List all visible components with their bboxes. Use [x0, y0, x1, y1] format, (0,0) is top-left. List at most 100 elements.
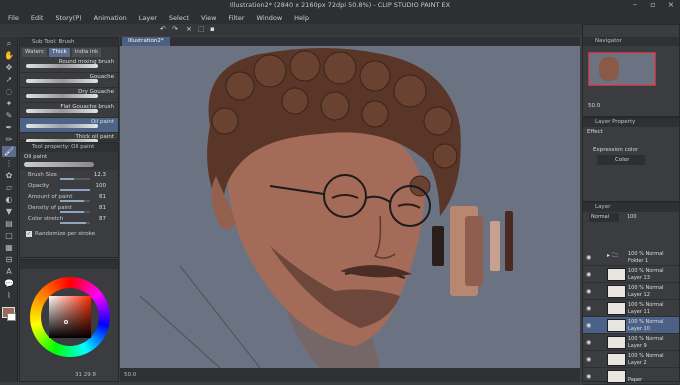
checkbox-icon[interactable]: ✓ — [26, 231, 32, 237]
expression-color-select[interactable]: Color — [597, 155, 645, 165]
tab-watercolor[interactable]: Waterc — [22, 48, 48, 57]
gradient-icon[interactable]: ▤ — [2, 218, 16, 229]
undo-icon[interactable]: ↶ — [160, 25, 166, 33]
property-row[interactable]: Color stretch 87 — [20, 214, 118, 225]
save-icon[interactable]: ▪ — [210, 25, 215, 33]
decoration-icon[interactable]: ✿ — [2, 170, 16, 181]
layer-row[interactable]: ◉ Paper — [583, 368, 679, 385]
move-icon[interactable]: ✥ — [2, 62, 16, 73]
transform-icon[interactable]: ⬚ — [198, 25, 205, 33]
brush-item[interactable]: Flat Gouache brush — [20, 103, 118, 118]
brush-item[interactable]: Dry Gouache — [20, 88, 118, 103]
canvas-tab[interactable]: Illustration2* — [122, 37, 170, 46]
pencil-icon[interactable]: ✏ — [2, 134, 16, 145]
menu-filter[interactable]: Filter — [228, 14, 244, 22]
pen-icon[interactable]: ✒ — [2, 122, 16, 133]
layer-row[interactable]: ◉ ▸ 🗀 100 % Normal Folder 1 — [583, 249, 679, 266]
fill-icon[interactable]: ▼ — [2, 206, 16, 217]
property-slider[interactable] — [60, 222, 90, 224]
menu-animation[interactable]: Animation — [94, 14, 127, 22]
eraser-icon[interactable]: ▱ — [2, 182, 16, 193]
airbrush-icon[interactable]: ⋮ — [2, 158, 16, 169]
layer-row[interactable]: ◉ 100 % Normal Layer 2 — [583, 351, 679, 368]
redo-icon[interactable]: ↷ — [172, 25, 178, 33]
brush-item[interactable]: Gouache — [20, 73, 118, 88]
property-value[interactable]: 81 — [99, 194, 106, 200]
figure-icon[interactable]: □ — [2, 230, 16, 241]
lasso-icon[interactable]: ◌ — [2, 86, 16, 97]
property-row[interactable]: Opacity 100 — [20, 181, 118, 192]
tab-india-ink[interactable]: India ink — [71, 48, 102, 57]
eye-icon[interactable]: ◉ — [586, 288, 591, 295]
select-icon[interactable]: ➚ — [2, 74, 16, 85]
property-value[interactable]: 12.3 — [94, 172, 106, 178]
property-row[interactable]: Amount of paint 81 — [20, 192, 118, 203]
minimize-button[interactable]: – — [626, 0, 644, 11]
eye-icon[interactable]: ◉ — [586, 339, 591, 346]
layer-row[interactable]: ◉ 100 % Normal Layer 11 — [583, 300, 679, 317]
layer-row[interactable]: ◉ 100 % Normal Layer 12 — [583, 283, 679, 300]
blend-icon[interactable]: ◐ — [2, 194, 16, 205]
property-value[interactable]: 87 — [99, 216, 106, 222]
layer-opacity[interactable]: 100 — [627, 214, 637, 220]
right-panels: Navigator 50.0 Layer Property Effect Exp… — [582, 24, 680, 385]
menu-story[interactable]: Story(P) — [55, 14, 81, 22]
navigator-preview[interactable] — [588, 52, 656, 86]
property-slider[interactable] — [60, 178, 90, 180]
layer-opacity-mode: 100 % Normal — [628, 319, 664, 325]
eye-icon[interactable]: ◉ — [586, 322, 591, 329]
randomize-checkbox-row[interactable]: ✓ Randomize per stroke — [20, 229, 118, 240]
menu-layer[interactable]: Layer — [139, 14, 157, 22]
eye-icon[interactable]: ◉ — [586, 373, 591, 380]
wand-icon[interactable]: ✦ — [2, 98, 16, 109]
frame-icon[interactable]: ▦ — [2, 242, 16, 253]
menu-window[interactable]: Window — [257, 14, 283, 22]
sub-color-swatch[interactable] — [7, 313, 16, 321]
menu-edit[interactable]: Edit — [31, 14, 44, 22]
layer-thumbnail — [607, 319, 626, 332]
close-button[interactable]: × — [662, 0, 680, 11]
property-value[interactable]: 81 — [99, 205, 106, 211]
brush-item[interactable]: Round mixing brush — [20, 58, 118, 73]
blend-mode-select[interactable]: Normal — [589, 213, 619, 222]
property-name: Opacity — [28, 183, 50, 189]
layer-thumbnail — [607, 268, 626, 281]
clear-icon[interactable]: ⨯ — [186, 25, 192, 33]
zoom-icon[interactable]: ⌕ — [2, 38, 16, 49]
layer-row[interactable]: ◉ 100 % Normal Layer 10 — [583, 317, 679, 334]
color-picker-cursor[interactable] — [64, 320, 68, 324]
eyedropper-icon[interactable]: ✎ — [2, 110, 16, 121]
saturation-value-square[interactable] — [49, 296, 91, 338]
text-icon[interactable]: A — [2, 266, 16, 277]
property-row[interactable]: Density of paint 81 — [20, 203, 118, 214]
property-slider-fill — [60, 222, 87, 224]
tab-thick[interactable]: Thick — [49, 48, 70, 57]
menu-file[interactable]: File — [8, 14, 19, 22]
property-value[interactable]: 100 — [96, 183, 107, 189]
eye-icon[interactable]: ◉ — [586, 305, 591, 312]
brush-item-selected[interactable]: Oil paint — [20, 118, 118, 133]
brush-icon[interactable]: 🖌 — [2, 146, 16, 157]
menu-help[interactable]: Help — [294, 14, 309, 22]
property-row[interactable]: Brush Size 12.3 — [20, 170, 118, 181]
correct-line-icon[interactable]: ⌇ — [2, 290, 16, 301]
layer-name: Layer 10 — [628, 326, 650, 332]
canvas[interactable] — [120, 46, 580, 368]
maximize-button[interactable]: ▫ — [644, 0, 662, 11]
property-slider[interactable] — [60, 189, 90, 191]
color-values: 31 29 8 — [75, 372, 96, 378]
property-slider[interactable] — [60, 211, 90, 213]
ruler-icon[interactable]: ⊟ — [2, 254, 16, 265]
eye-icon[interactable]: ◉ — [586, 254, 591, 261]
hand-icon[interactable]: ✋ — [2, 50, 16, 61]
brush-name: Oil paint — [24, 154, 48, 160]
eye-icon[interactable]: ◉ — [586, 271, 591, 278]
menu-view[interactable]: View — [201, 14, 216, 22]
layer-row[interactable]: ◉ 100 % Normal Layer 9 — [583, 334, 679, 351]
title-bar: Illustration2* (2840 x 2160px 72dpi 50.8… — [0, 0, 680, 11]
property-slider[interactable] — [60, 200, 90, 202]
eye-icon[interactable]: ◉ — [586, 356, 591, 363]
balloon-icon[interactable]: 💬 — [2, 278, 16, 289]
layer-row[interactable]: ◉ 100 % Normal Layer 13 — [583, 266, 679, 283]
menu-select[interactable]: Select — [169, 14, 189, 22]
